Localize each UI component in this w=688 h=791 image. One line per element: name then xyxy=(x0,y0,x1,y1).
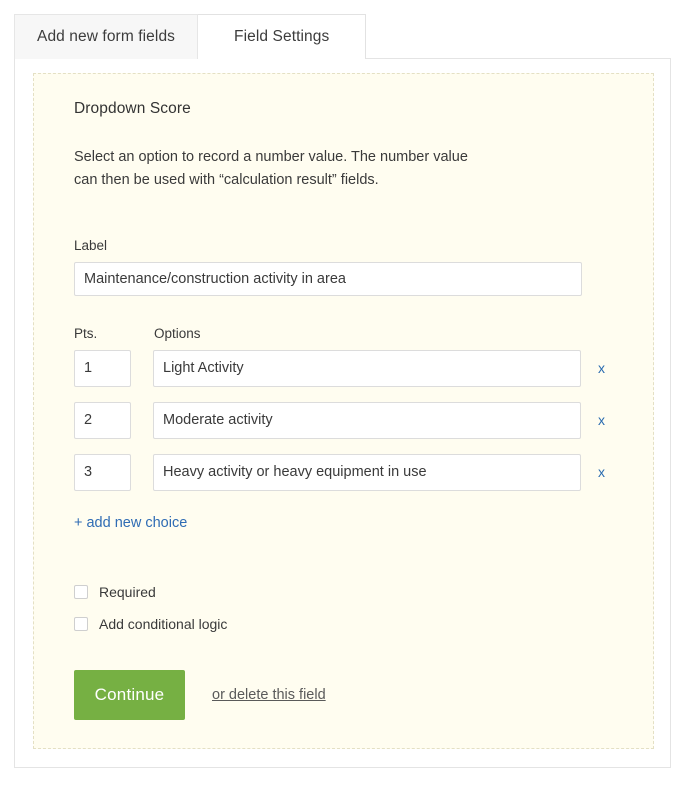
remove-option-link[interactable]: x xyxy=(598,413,605,427)
delete-field-link[interactable]: or delete this field xyxy=(212,687,326,703)
checkbox-group: Required Add conditional logic xyxy=(74,584,613,632)
tab-field-settings[interactable]: Field Settings xyxy=(198,14,367,59)
checkbox-row-conditional-logic[interactable]: Add conditional logic xyxy=(74,616,613,632)
label-field-group: Label xyxy=(74,238,613,296)
checkbox-icon[interactable] xyxy=(74,584,88,599)
remove-option-link[interactable]: x xyxy=(598,361,605,375)
option-text-input[interactable] xyxy=(153,401,581,439)
field-settings-panel: Dropdown Score Select an option to recor… xyxy=(33,73,654,749)
checkbox-icon[interactable] xyxy=(74,616,88,631)
tab-bar: Add new form fields Field Settings xyxy=(14,14,367,59)
options-section: Pts. Options x x x + add new choice xyxy=(74,326,613,532)
tab-add-new-form-fields[interactable]: Add new form fields xyxy=(14,14,199,59)
panel-description: Select an option to record a number valu… xyxy=(74,149,468,188)
tab-label: Field Settings xyxy=(234,28,330,45)
label-caption: Label xyxy=(74,237,108,253)
action-row: Continue or delete this field xyxy=(74,669,613,720)
points-column-header: Pts. xyxy=(74,325,98,341)
option-row: x xyxy=(74,453,613,491)
options-column-header: Options xyxy=(154,325,201,341)
option-points-input[interactable] xyxy=(74,401,131,439)
remove-option-link[interactable]: x xyxy=(598,465,605,479)
option-points-input[interactable] xyxy=(74,349,131,387)
label-input[interactable] xyxy=(74,261,582,296)
checkbox-label: Add conditional logic xyxy=(99,615,228,632)
continue-button[interactable]: Continue xyxy=(74,669,185,720)
option-points-input[interactable] xyxy=(74,453,131,491)
option-text-input[interactable] xyxy=(153,349,581,387)
checkbox-label: Required xyxy=(99,583,156,600)
settings-card: Dropdown Score Select an option to recor… xyxy=(14,58,671,768)
panel-title: Dropdown Score xyxy=(74,100,191,117)
options-header-row: Pts. Options xyxy=(74,326,613,341)
option-text-input[interactable] xyxy=(153,453,581,491)
add-new-choice-link[interactable]: + add new choice xyxy=(74,515,187,531)
tab-label: Add new form fields xyxy=(37,28,176,45)
option-row: x xyxy=(74,349,613,387)
option-row: x xyxy=(74,401,613,439)
checkbox-row-required[interactable]: Required xyxy=(74,584,613,600)
